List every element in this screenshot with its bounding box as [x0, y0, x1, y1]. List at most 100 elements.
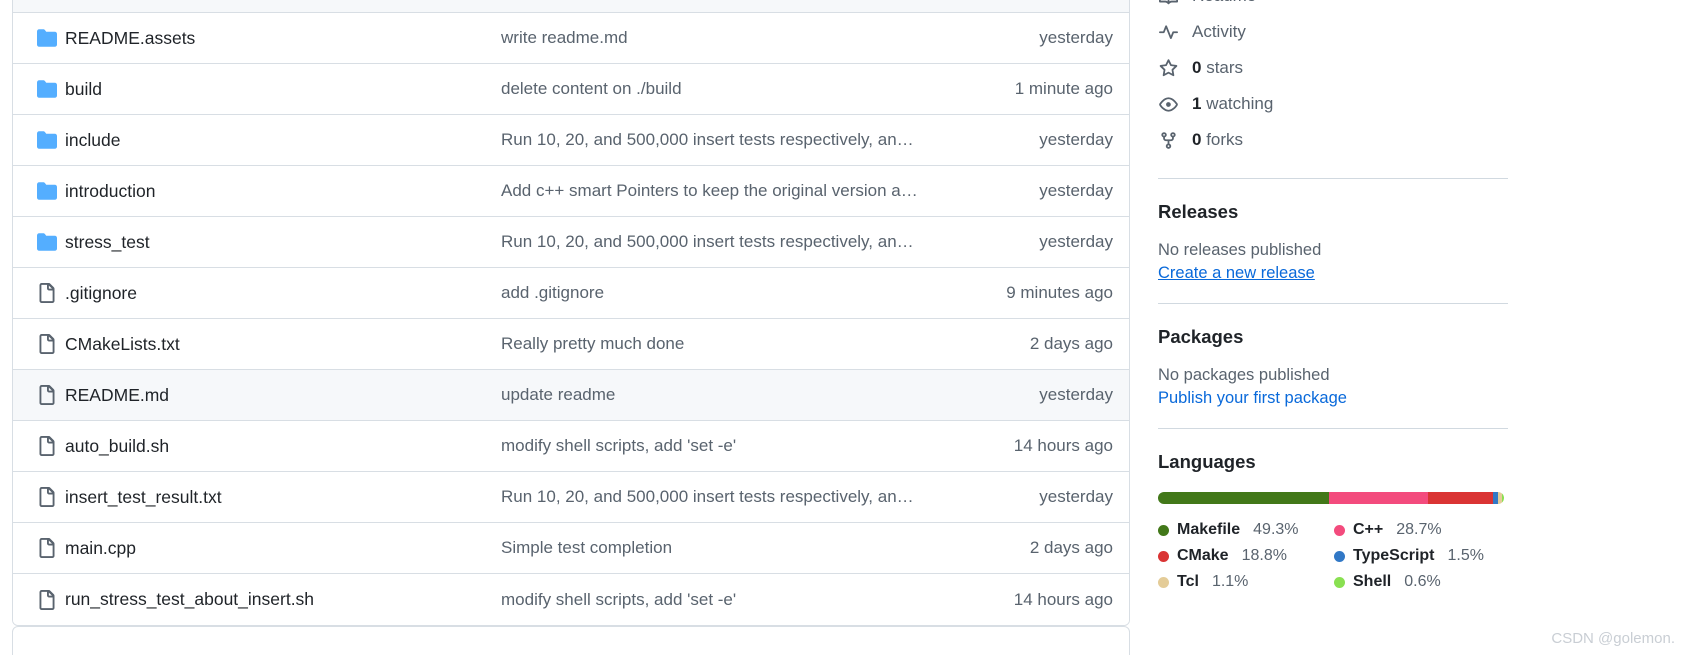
- file-name-link[interactable]: stress_test: [65, 232, 501, 253]
- commit-message-link[interactable]: modify shell scripts, add 'set -e': [501, 590, 938, 610]
- language-name: TypeScript: [1353, 547, 1435, 564]
- repo-stat-readme[interactable]: Readme: [1158, 0, 1536, 14]
- language-legend-item[interactable]: C++ 28.7%: [1334, 517, 1510, 543]
- packages-heading: Packages: [1158, 326, 1244, 347]
- file-name-link[interactable]: run_stress_test_about_insert.sh: [65, 589, 501, 610]
- file-icon: [29, 334, 65, 354]
- languages-heading: Languages: [1158, 451, 1256, 472]
- table-row[interactable]: README.md update readme yesterday: [13, 370, 1129, 421]
- stat-count: 0: [1192, 58, 1202, 77]
- file-name-link[interactable]: insert_test_result.txt: [65, 487, 501, 508]
- commit-message-link[interactable]: add .gitignore: [501, 283, 938, 303]
- table-row[interactable]: introduction Add c++ smart Pointers to ke…: [13, 166, 1129, 217]
- commit-time: yesterday: [1039, 181, 1113, 200]
- commit-message-link[interactable]: Run 10, 20, and 500,000 insert tests res…: [501, 232, 938, 252]
- file-name-link[interactable]: build: [65, 79, 501, 100]
- commit-message-link[interactable]: modify shell scripts, add 'set -e': [501, 436, 938, 456]
- file-name-text: README.assets: [65, 27, 196, 48]
- file-name-text: CMakeLists.txt: [65, 333, 180, 354]
- stat-label: watching: [1206, 94, 1274, 113]
- commit-message-link[interactable]: Run 10, 20, and 500,000 insert tests res…: [501, 487, 938, 507]
- language-percent: 0.6%: [1404, 573, 1441, 590]
- language-segment: [1501, 492, 1504, 504]
- file-icon: [29, 436, 65, 456]
- publish-package-link[interactable]: Publish your first package: [1158, 389, 1347, 408]
- commit-message-link[interactable]: delete content on ./build: [501, 79, 938, 99]
- repo-stat-activity[interactable]: Activity: [1158, 14, 1536, 50]
- commit-message-link[interactable]: update readme: [501, 385, 938, 405]
- table-row[interactable]: include Run 10, 20, and 500,000 insert te…: [13, 115, 1129, 166]
- file-name-text: run_stress_test_about_insert.sh: [65, 589, 315, 609]
- file-name-text: insert_test_result.txt: [65, 486, 222, 507]
- repo-stat-value: 1 watching: [1192, 94, 1273, 114]
- divider: [1158, 428, 1508, 429]
- commit-time: 9 minutes ago: [1006, 283, 1113, 302]
- language-legend-item[interactable]: Makefile 49.3%: [1158, 517, 1334, 543]
- create-release-link[interactable]: Create a new release: [1158, 264, 1315, 283]
- language-legend-item[interactable]: Shell 0.6%: [1334, 569, 1510, 595]
- commit-message-link[interactable]: Add c++ smart Pointers to keep the origi…: [501, 181, 938, 201]
- language-percent: 1.5%: [1447, 547, 1484, 564]
- language-legend-item[interactable]: CMake 18.8%: [1158, 543, 1334, 569]
- divider: [1158, 303, 1508, 304]
- stat-count: 0: [1192, 130, 1202, 149]
- commit-time: 2 days ago: [1029, 538, 1113, 557]
- table-row[interactable]: main.cpp Simple test completion 2 days ago: [13, 523, 1129, 574]
- commit-time: 1 minute ago: [1014, 79, 1113, 98]
- file-name-link[interactable]: README.md: [65, 385, 501, 406]
- table-row[interactable]: auto_build.sh modify shell scripts, add '…: [13, 421, 1129, 472]
- stat-label: stars: [1206, 58, 1244, 77]
- commit-message-link[interactable]: write readme.md: [501, 28, 938, 48]
- file-name-link[interactable]: main.cpp: [65, 538, 501, 559]
- commit-time: yesterday: [1039, 385, 1113, 404]
- table-row[interactable]: README.assets write readme.md yesterday: [13, 13, 1129, 64]
- table-row[interactable]: insert_test_result.txt Run 10, 20, and 50…: [13, 472, 1129, 523]
- file-table-header: [13, 0, 1129, 13]
- language-percent: 18.8%: [1241, 547, 1287, 564]
- language-percent: 49.3%: [1253, 521, 1299, 538]
- file-name-link[interactable]: .gitignore: [65, 283, 501, 304]
- language-distribution-bar: [1158, 492, 1504, 504]
- language-name: Tcl: [1177, 573, 1199, 590]
- table-row[interactable]: stress_test Run 10, 20, and 500,000 inser…: [13, 217, 1129, 268]
- file-name-link[interactable]: README.assets: [65, 28, 501, 49]
- repo-stat-forks[interactable]: 0 forks: [1158, 122, 1536, 158]
- table-row[interactable]: build delete content on ./build 1 minute a…: [13, 64, 1129, 115]
- releases-heading: Releases: [1158, 201, 1239, 222]
- language-color-dot: [1334, 550, 1345, 562]
- file-name-link[interactable]: include: [65, 130, 501, 151]
- folder-icon: [29, 181, 65, 201]
- commit-time: 14 hours ago: [1013, 589, 1113, 609]
- language-color-dot: [1334, 524, 1345, 536]
- language-legend-item[interactable]: Tcl 1.1%: [1158, 569, 1334, 595]
- table-row[interactable]: .gitignore add .gitignore 9 minutes ago: [13, 268, 1129, 319]
- language-segment: [1427, 492, 1493, 504]
- releases-empty-text: No releases published: [1158, 241, 1322, 259]
- file-name-link[interactable]: auto_build.sh: [65, 436, 501, 457]
- stat-count: 1: [1192, 94, 1202, 113]
- table-row[interactable]: run_stress_test_about_insert.sh modify sh…: [13, 574, 1129, 625]
- file-name-text: include: [65, 129, 121, 150]
- repo-stat-label: Activity: [1192, 22, 1246, 41]
- language-name: CMake: [1177, 547, 1229, 564]
- file-name-text: .gitignore: [65, 282, 137, 303]
- watermark-text: CSDN @golemon.: [1551, 630, 1675, 647]
- commit-message-link[interactable]: Run 10, 20, and 500,000 insert tests res…: [501, 130, 938, 150]
- commit-time: 14 hours ago: [1013, 436, 1113, 455]
- commit-message-link[interactable]: Really pretty much done: [501, 334, 938, 354]
- file-name-link[interactable]: introduction: [65, 181, 501, 202]
- commit-message-link[interactable]: Simple test completion: [501, 538, 938, 558]
- file-table-body: README.assets write readme.md yesterday bui…: [13, 13, 1129, 625]
- commit-time: 2 days ago: [1029, 334, 1113, 353]
- file-icon: [29, 385, 65, 405]
- repo-stat-watching[interactable]: 1 watching: [1158, 86, 1536, 122]
- repo-files-page: README.assets write readme.md yesterday bui…: [0, 0, 1689, 655]
- repo-stat-stars[interactable]: 0 stars: [1158, 50, 1536, 86]
- language-name: Shell: [1353, 573, 1392, 590]
- repo-stat-value: 0 stars: [1192, 58, 1243, 78]
- language-legend-item[interactable]: TypeScript 1.5%: [1334, 543, 1510, 569]
- readme-panel: [12, 626, 1130, 655]
- table-row[interactable]: CMakeLists.txt Really pretty much done 2 d…: [13, 319, 1129, 370]
- language-color-dot: [1158, 550, 1169, 562]
- file-name-link[interactable]: CMakeLists.txt: [65, 334, 501, 355]
